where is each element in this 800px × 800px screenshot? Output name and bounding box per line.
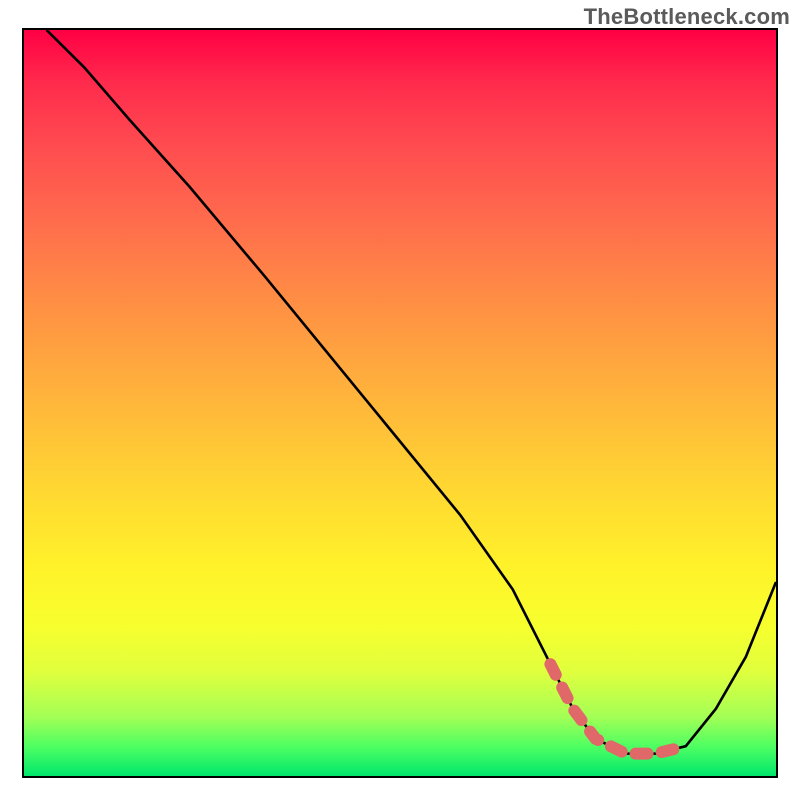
curve-svg <box>24 30 776 776</box>
plot-area <box>22 28 778 778</box>
watermark-text: TheBottleneck.com <box>584 4 790 30</box>
chart-frame: TheBottleneck.com <box>0 0 800 800</box>
bottleneck-curve <box>47 30 776 754</box>
optimal-range-marker <box>550 664 685 754</box>
